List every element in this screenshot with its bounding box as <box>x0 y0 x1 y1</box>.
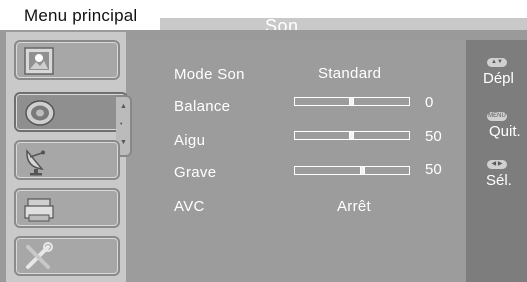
scroll-position-icon: • <box>120 121 123 128</box>
scroll-down-icon[interactable]: ▼ <box>120 139 127 146</box>
avc-label: AVC <box>174 198 205 215</box>
balance-value: 0 <box>425 94 434 111</box>
avc-value[interactable]: Arrêt <box>337 198 371 215</box>
keyboard-icon <box>24 198 54 222</box>
balance-label: Balance <box>174 98 231 115</box>
menu-tab: Menu principal <box>0 0 160 30</box>
mode-son-value[interactable]: Standard <box>318 65 381 82</box>
menu-key-icon: MENU <box>487 112 507 121</box>
sidebar-item-picture[interactable] <box>14 40 120 80</box>
aigu-slider-knob[interactable] <box>349 131 354 140</box>
aigu-slider[interactable] <box>294 131 410 140</box>
sidebar-item-channel[interactable] <box>14 140 120 180</box>
scroll-up-icon[interactable]: ▲ <box>120 103 127 110</box>
balance-slider[interactable] <box>294 97 410 106</box>
grave-slider[interactable] <box>294 166 410 175</box>
balance-slider-knob[interactable] <box>349 97 354 106</box>
grave-slider-knob[interactable] <box>360 166 365 175</box>
quit-hint-label: Quit. <box>489 123 521 140</box>
select-hint-label: Sél. <box>486 172 512 189</box>
grave-label: Grave <box>174 164 217 181</box>
sidebar-item-setup[interactable] <box>14 236 120 276</box>
menu-title: Menu principal <box>24 6 138 25</box>
sidebar-item-lock[interactable] <box>14 188 120 228</box>
arrow-left-right-key-icon: ◀ ▶ <box>487 160 507 169</box>
speaker-icon <box>25 100 55 126</box>
aigu-value: 50 <box>425 128 442 145</box>
tools-icon <box>26 242 53 269</box>
move-hint-label: Dépl <box>483 70 514 87</box>
arrow-up-down-key-icon: ▲▼ <box>487 58 507 67</box>
grave-value: 50 <box>425 161 442 178</box>
mode-son-label: Mode Son <box>174 66 245 83</box>
sidebar-item-sound[interactable] <box>14 92 128 132</box>
picture-icon <box>24 47 54 75</box>
aigu-label: Aigu <box>174 132 206 149</box>
satellite-dish-icon <box>26 149 45 176</box>
